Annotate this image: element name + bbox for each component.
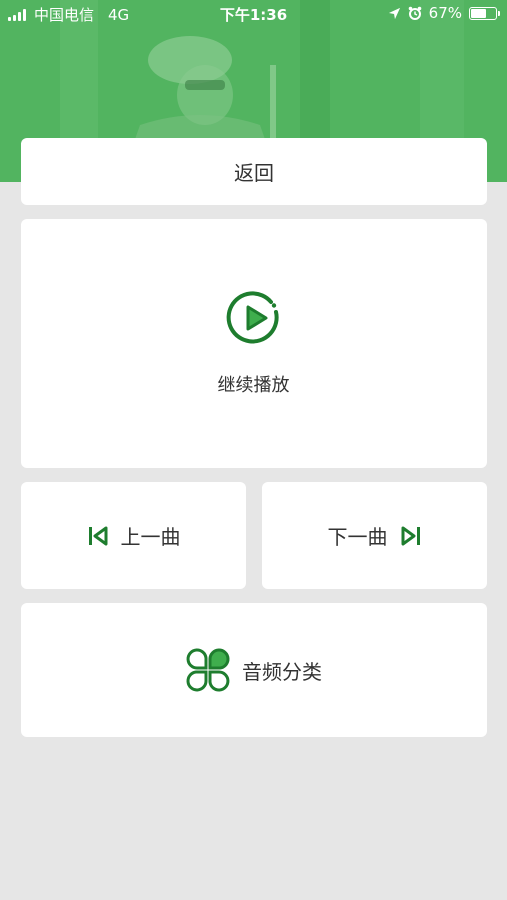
battery-fill — [471, 8, 487, 18]
alarm-clock-icon — [408, 6, 421, 20]
next-track-button[interactable]: 下一曲 — [262, 482, 487, 589]
clover-category-icon — [186, 648, 230, 692]
status-bar: 中国电信 4G 下午1:36 67% — [0, 0, 507, 28]
previous-track-label: 上一曲 — [120, 525, 181, 549]
skip-next-icon — [401, 526, 420, 545]
back-button-label: 返回 — [234, 161, 274, 185]
play-circle-icon[interactable] — [226, 290, 282, 346]
previous-track-button[interactable]: 上一曲 — [21, 482, 246, 589]
back-button[interactable]: 返回 — [21, 138, 487, 205]
location-arrow-icon — [388, 7, 400, 19]
next-track-label: 下一曲 — [327, 525, 388, 549]
skip-previous-icon — [88, 526, 107, 545]
battery-percent: 67% — [428, 4, 462, 22]
battery-icon — [469, 6, 500, 20]
audio-category-button[interactable]: 音频分类 — [21, 603, 487, 737]
continue-play-label: 继续播放 — [217, 375, 290, 396]
status-right: 67% — [388, 4, 500, 22]
audio-category-label: 音频分类 — [242, 659, 322, 684]
